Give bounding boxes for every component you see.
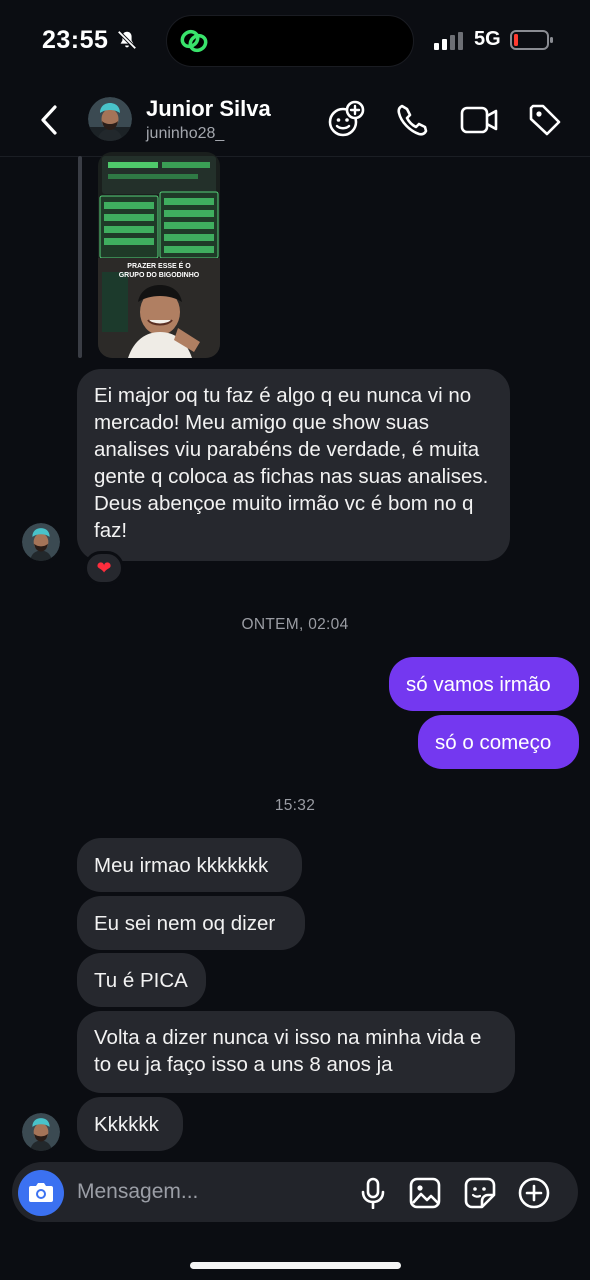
message-bubble-incoming[interactable]: Meu irmao kkkkkkk <box>77 838 302 892</box>
timestamp: ONTEM, 02:04 <box>241 616 349 633</box>
message-bubble-incoming[interactable]: Volta a dizer nunca vi isso na minha vid… <box>77 1011 515 1093</box>
microphone-icon[interactable] <box>358 1177 388 1209</box>
heart-reaction[interactable]: ❤ <box>84 551 124 585</box>
message-bubble-incoming[interactable]: Tu é PICA <box>77 953 206 1007</box>
add-icon[interactable] <box>517 1176 551 1210</box>
gallery-icon[interactable] <box>408 1176 442 1210</box>
story-thumbnail[interactable]: PRAZER ESSE É O GRUPO DO BIGODINHO <box>98 152 220 358</box>
status-time: 23:55 <box>42 26 109 54</box>
video-call-icon[interactable] <box>459 102 499 138</box>
message-bubble-incoming[interactable]: Kkkkkk <box>77 1097 183 1151</box>
contact-avatar-small[interactable] <box>22 1113 60 1151</box>
camera-button[interactable] <box>18 1170 64 1216</box>
silent-bell-icon <box>117 30 137 50</box>
camera-icon <box>29 1183 53 1202</box>
tag-icon[interactable] <box>527 102 563 138</box>
contact-avatar[interactable] <box>88 97 132 141</box>
effects-icon[interactable] <box>326 100 366 140</box>
network-label: 5G <box>474 28 501 50</box>
cellular-signal-icon <box>434 32 463 50</box>
contact-name[interactable]: Junior Silva <box>146 96 271 122</box>
link-activity-icon <box>180 29 208 53</box>
svg-text:PRAZER ESSE É O: PRAZER ESSE É O <box>127 261 191 270</box>
home-indicator[interactable] <box>190 1262 401 1269</box>
story-reply-bar <box>78 156 82 358</box>
phone-call-icon[interactable] <box>395 102 431 138</box>
message-bubble-incoming[interactable]: Ei major oq tu faz é algo q eu nunca vi … <box>77 369 510 561</box>
sticker-icon[interactable] <box>463 1176 497 1210</box>
message-bubble-outgoing[interactable]: só vamos irmão <box>389 657 579 711</box>
contact-username[interactable]: juninho28_ <box>146 125 224 143</box>
back-icon[interactable] <box>36 103 64 137</box>
battery-icon <box>510 30 553 50</box>
contact-avatar-small[interactable] <box>22 523 60 561</box>
timestamp: 15:32 <box>274 797 316 814</box>
message-bubble-outgoing[interactable]: só o começo <box>418 715 579 769</box>
svg-text:GRUPO DO BIGODINHO: GRUPO DO BIGODINHO <box>119 272 200 279</box>
message-input[interactable]: Mensagem... <box>77 1180 198 1204</box>
header-divider <box>0 156 590 157</box>
message-bubble-incoming[interactable]: Eu sei nem oq dizer <box>77 896 305 950</box>
